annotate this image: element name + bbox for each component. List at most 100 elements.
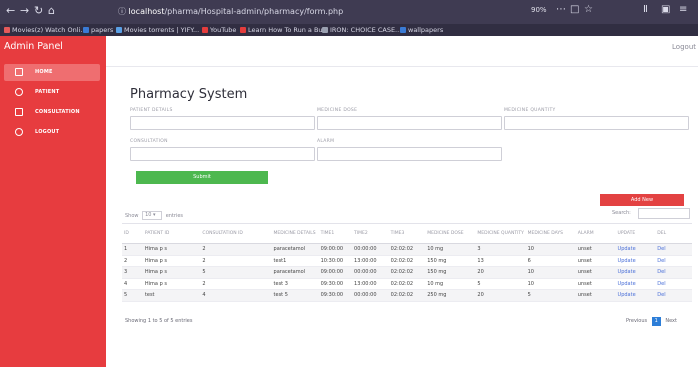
delete-link[interactable]: Del: [655, 289, 692, 302]
table-cell: 5: [525, 289, 576, 302]
column-header[interactable]: ALARM: [575, 223, 616, 244]
bookmark-item[interactable]: papers: [83, 24, 113, 36]
table-header-row: ID PATIENT ID CONSULTATION ID MEDICINE D…: [122, 223, 692, 244]
table-cell: 150 mg: [425, 266, 476, 279]
entries-length-control: Show 10 ▾ entries: [125, 211, 183, 220]
column-header[interactable]: DEL: [655, 223, 692, 244]
entries-select[interactable]: 10 ▾: [142, 211, 163, 220]
page-1-button[interactable]: 1: [651, 317, 661, 326]
sidebar-item-patient[interactable]: PATIENT: [4, 84, 100, 101]
more-icon[interactable]: ⋯: [556, 4, 566, 15]
table-cell: 2: [200, 255, 272, 267]
update-link[interactable]: Update: [615, 289, 656, 302]
table-cell: 02:02:02: [388, 243, 426, 256]
table-cell: 3: [122, 266, 143, 279]
topbar-divider: [106, 66, 698, 67]
sidebar-item-consultation[interactable]: CONSULTATION: [4, 104, 100, 121]
table-cell: 10: [525, 278, 576, 290]
update-link[interactable]: Update: [615, 255, 656, 267]
bookmark-item[interactable]: IRON: CHOICE CASE...: [322, 24, 401, 36]
home-browser-icon[interactable]: ⌂: [48, 4, 55, 17]
column-header[interactable]: MEDICINE DAYS: [525, 223, 576, 244]
reload-icon[interactable]: ↻: [34, 4, 43, 17]
bookmark-star-icon[interactable]: ☆: [584, 4, 593, 15]
column-header[interactable]: PATIENT ID: [142, 223, 201, 244]
table-cell: 250 mg: [425, 289, 476, 302]
submit-button[interactable]: Submit: [136, 171, 268, 184]
table-cell: 13:00:00: [352, 255, 389, 267]
table-cell: 4: [200, 289, 272, 302]
sidebar: Admin Panel HOME PATIENT CONSULTATION LO…: [0, 36, 106, 367]
medicine-dose-label: MEDICINE DOSE: [317, 108, 358, 113]
url-host: localhost: [128, 7, 165, 16]
menu-icon[interactable]: ≡: [679, 4, 687, 15]
medicine-dose-field[interactable]: [317, 116, 502, 130]
bookmark-item[interactable]: Movies(z) Watch Onli...: [4, 24, 87, 36]
consultation-id-field[interactable]: [130, 147, 315, 161]
table-cell: 5: [200, 266, 272, 279]
column-header[interactable]: TIME2: [352, 223, 389, 244]
library-icon[interactable]: Ⅱ: [643, 4, 648, 15]
table-cell: 2: [200, 278, 272, 290]
sidebar-title: Admin Panel: [4, 41, 63, 52]
delete-link[interactable]: Del: [655, 243, 692, 256]
column-header[interactable]: ID: [122, 223, 143, 244]
consultation-icon: [15, 108, 23, 116]
column-header[interactable]: TIME1: [318, 223, 353, 244]
search-input[interactable]: [638, 208, 690, 219]
delete-link[interactable]: Del: [655, 266, 692, 279]
address-bar[interactable]: ⓘ localhost/pharma/Hospital-admin/pharma…: [118, 4, 518, 20]
table-cell: 09:00:00: [318, 243, 353, 256]
previous-page-button[interactable]: Previous: [626, 318, 647, 324]
next-page-button[interactable]: Next: [665, 318, 677, 324]
logout-link[interactable]: Logout: [672, 43, 696, 51]
consultation-id-label: CONSULTATION: [130, 139, 168, 144]
patient-id-field[interactable]: [130, 116, 315, 130]
alarm-field[interactable]: [317, 147, 502, 161]
column-header[interactable]: CONSULTATION ID: [200, 223, 272, 244]
column-header[interactable]: TIME3: [388, 223, 426, 244]
zoom-level[interactable]: 90%: [531, 6, 547, 14]
delete-link[interactable]: Del: [655, 278, 692, 290]
bookmark-item[interactable]: wallpapers: [400, 24, 443, 36]
info-icon[interactable]: ⓘ: [118, 7, 126, 16]
medicine-quantity-label: MEDICINE QUANTITY: [504, 108, 556, 113]
column-header[interactable]: UPDATE: [615, 223, 656, 244]
table-cell: unset: [575, 289, 616, 302]
delete-link[interactable]: Del: [655, 255, 692, 267]
table-cell: 13: [475, 255, 526, 267]
table-cell: 2: [200, 243, 272, 256]
back-icon[interactable]: ←: [6, 4, 15, 17]
table-cell: 20: [475, 266, 526, 279]
add-new-button[interactable]: Add New: [600, 194, 684, 206]
sidebar-item-home[interactable]: HOME: [4, 64, 100, 81]
table-cell: 02:02:02: [388, 255, 426, 267]
sidebar-item-logout[interactable]: LOGOUT: [4, 124, 100, 141]
table-cell: 13:00:00: [352, 278, 389, 290]
table-cell: unset: [575, 243, 616, 256]
medicine-quantity-field[interactable]: [504, 116, 689, 130]
bookmark-item[interactable]: YouTube: [202, 24, 236, 36]
patient-icon: [15, 88, 23, 96]
pocket-icon[interactable]: □: [570, 4, 579, 15]
table-cell: unset: [575, 266, 616, 279]
table-cell: 10 mg: [425, 278, 476, 290]
alarm-label: ALARM: [317, 139, 335, 144]
table-cell: 1: [122, 243, 143, 256]
table-cell: test: [142, 289, 201, 302]
column-header[interactable]: MEDICINE DETAILS: [271, 223, 319, 244]
column-header[interactable]: MEDICINE DOSE: [425, 223, 476, 244]
column-header[interactable]: MEDICINE QUANTITY: [475, 223, 526, 244]
table-cell: 00:00:00: [352, 266, 389, 279]
page-title: Pharmacy System: [130, 87, 248, 102]
sidebar-toggle-icon[interactable]: ▣: [661, 4, 670, 15]
table-cell: 09:30:00: [318, 289, 353, 302]
forward-icon[interactable]: →: [20, 4, 29, 17]
update-link[interactable]: Update: [615, 266, 656, 279]
table-cell: paracetamol: [271, 266, 319, 279]
bookmark-item[interactable]: Movies torrents | YIFY...: [116, 24, 199, 36]
update-link[interactable]: Update: [615, 278, 656, 290]
table-cell: unset: [575, 278, 616, 290]
bookmark-item[interactable]: Learn How To Run a Bu...: [240, 24, 329, 36]
update-link[interactable]: Update: [615, 243, 656, 256]
